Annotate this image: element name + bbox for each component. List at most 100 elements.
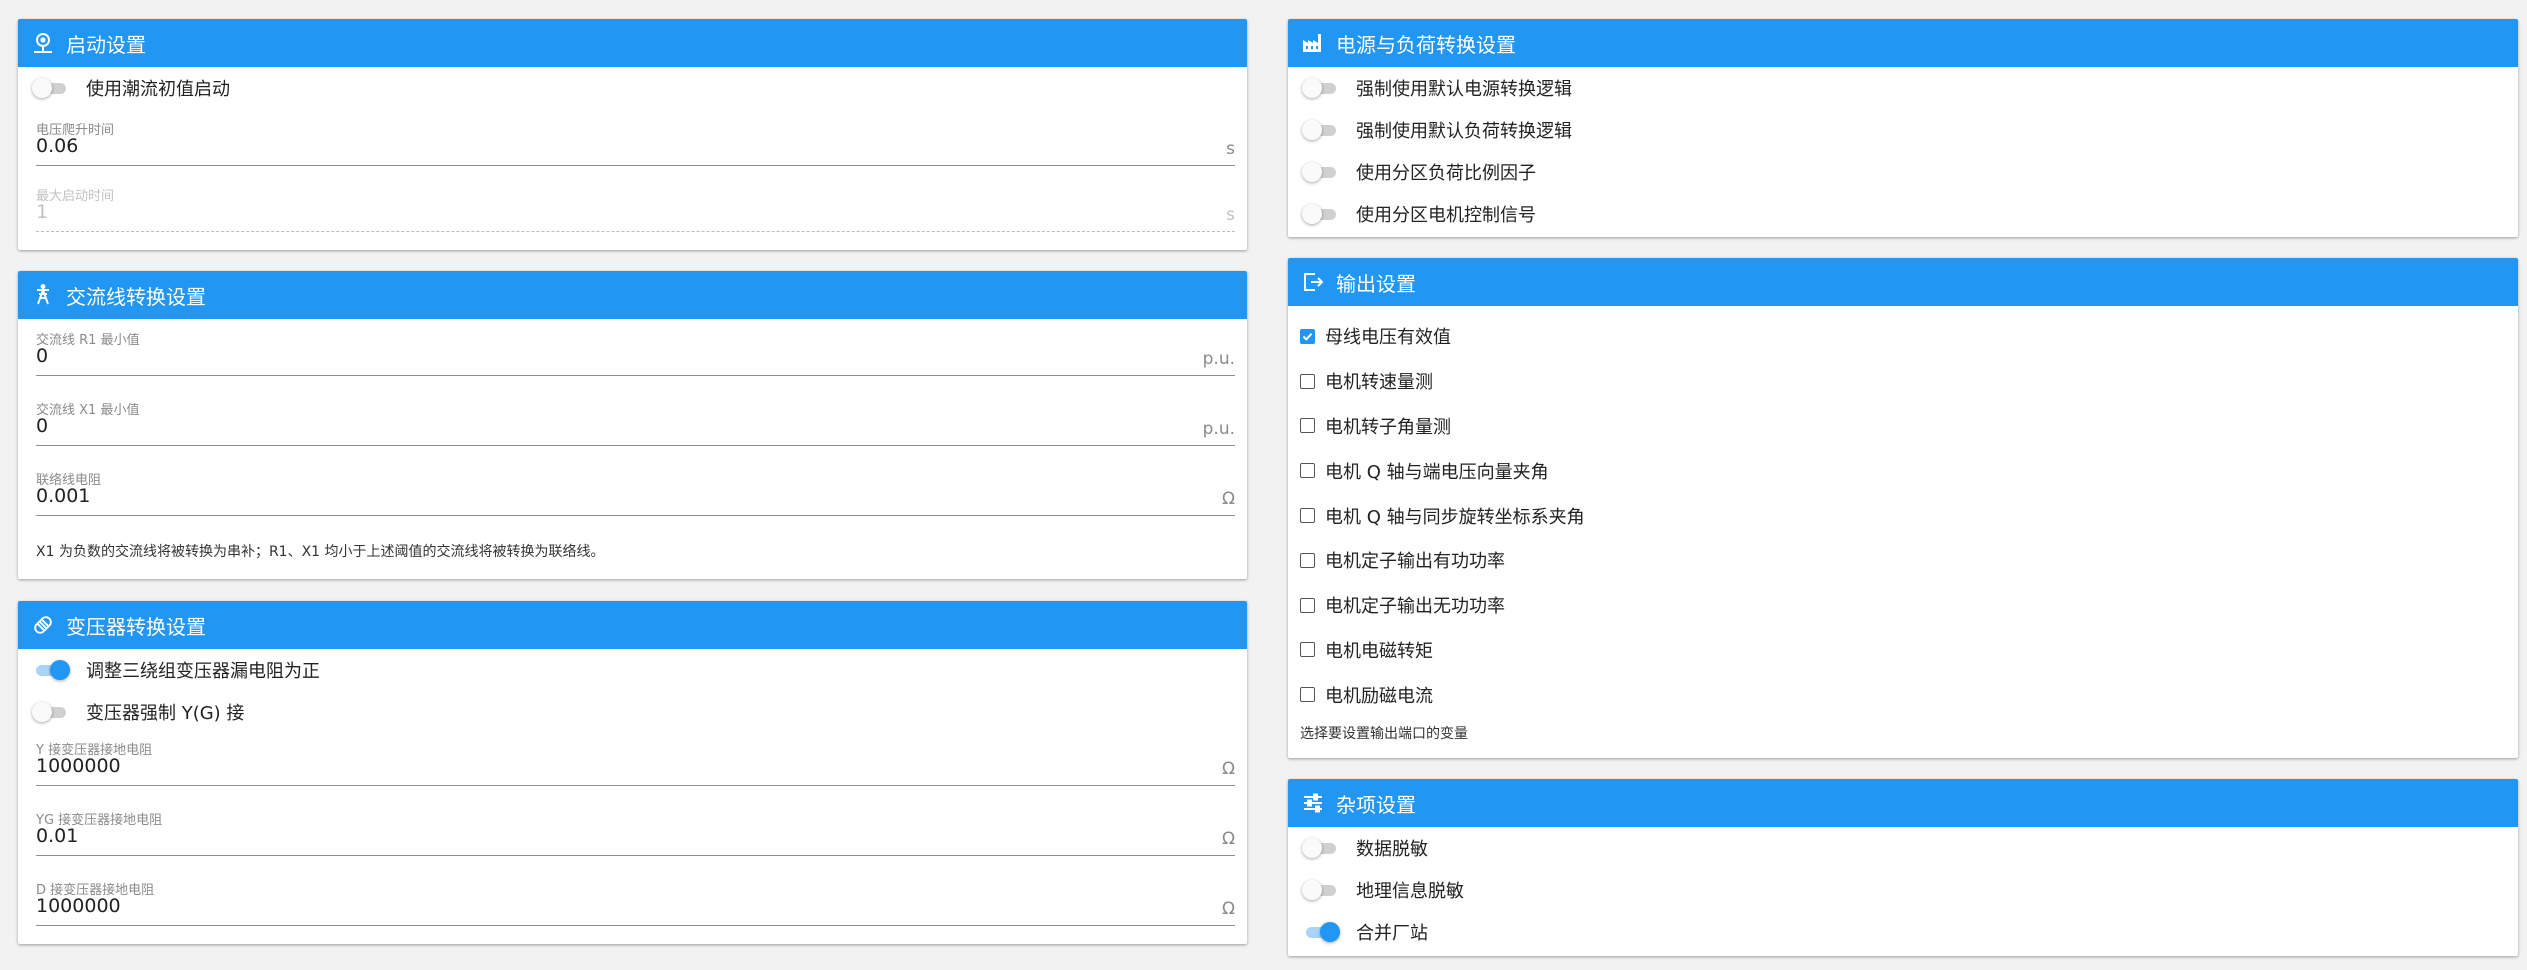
r1-min-field[interactable]: 交流线 R1 最小值 0 p.u. (36, 319, 1235, 385)
three-winding-switch[interactable] (32, 660, 70, 680)
startup-settings-header: 启动设置 (18, 19, 1247, 67)
output-hint: 选择要设置输出端口的变量 (1300, 726, 1468, 743)
zone-motor-signal-toggle-row[interactable]: 使用分区电机控制信号 (1288, 193, 2518, 235)
geo-masking-toggle-row[interactable]: 地理信息脱敏 (1288, 869, 2518, 911)
checkbox-icon[interactable] (1300, 597, 1315, 613)
data-masking-label: 数据脱敏 (1356, 839, 1428, 860)
tune-icon (1300, 790, 1326, 816)
output-check-q-terminal-angle[interactable]: 电机 Q 轴与端电压向量夹角 (1288, 448, 2518, 493)
output-check-label: 电机转子角量测 (1325, 416, 1451, 438)
zone-motor-signal-label: 使用分区电机控制信号 (1356, 205, 1536, 226)
output-check-label: 电机转速量测 (1325, 372, 1433, 394)
output-check-label: 电机 Q 轴与端电压向量夹角 (1325, 461, 1549, 483)
output-settings-card: 输出设置 母线电压有效值 电机转速量测 电机转子角量测 电机 Q 轴与端电压向量… (1288, 258, 2518, 758)
output-check-label: 电机定子输出有功功率 (1325, 551, 1505, 573)
default-load-label: 强制使用默认负荷转换逻辑 (1356, 121, 1572, 142)
checkbox-icon[interactable] (1300, 508, 1315, 524)
checkbox-icon[interactable] (1300, 463, 1315, 479)
output-check-active-power[interactable]: 电机定子输出有功功率 (1288, 538, 2518, 583)
power-load-settings-title: 电源与负荷转换设置 (1336, 32, 1516, 57)
acline-settings-title: 交流线转换设置 (66, 284, 206, 309)
zone-load-factor-switch[interactable] (1302, 162, 1338, 182)
d-ground-resistance-unit: Ω (1222, 899, 1235, 919)
startup-toggle-row[interactable]: 使用潮流初值启动 (18, 67, 1247, 109)
output-check-q-sync-angle[interactable]: 电机 Q 轴与同步旋转坐标系夹角 (1288, 493, 2518, 538)
yg-ground-resistance-input[interactable]: 0.01 (36, 825, 78, 847)
powerflow-init-switch[interactable] (32, 78, 68, 98)
power-load-settings-card: 电源与负荷转换设置 强制使用默认电源转换逻辑 强制使用默认负荷转换逻辑 使用分区… (1288, 19, 2518, 237)
output-check-label: 电机定子输出无功功率 (1325, 596, 1505, 618)
misc-settings-title: 杂项设置 (1336, 792, 1416, 817)
export-icon (1300, 269, 1326, 295)
merge-station-label: 合并厂站 (1356, 923, 1428, 944)
data-masking-toggle-row[interactable]: 数据脱敏 (1288, 827, 2518, 869)
checkbox-icon[interactable] (1300, 373, 1315, 389)
checkbox-icon[interactable] (1300, 552, 1315, 568)
y-ground-resistance-unit: Ω (1222, 759, 1235, 779)
default-load-switch[interactable] (1302, 120, 1338, 140)
tie-line-resistance-unit: Ω (1222, 489, 1235, 509)
powerflow-init-label: 使用潮流初值启动 (86, 79, 230, 100)
d-ground-resistance-field[interactable]: D 接变压器接地电阻 1000000 Ω (36, 869, 1235, 935)
startup-settings-card: 启动设置 使用潮流初值启动 电压爬升时间 0.06 s 最大启动时间 1 s (18, 19, 1247, 250)
default-load-toggle-row[interactable]: 强制使用默认负荷转换逻辑 (1288, 109, 2518, 151)
x1-min-input[interactable]: 0 (36, 415, 48, 437)
output-check-rotor-angle[interactable]: 电机转子角量测 (1288, 404, 2518, 449)
startup-settings-title: 启动设置 (66, 32, 146, 57)
transformer-settings-title: 变压器转换设置 (66, 614, 206, 639)
geo-masking-switch[interactable] (1302, 880, 1338, 900)
force-yg-switch[interactable] (32, 702, 68, 722)
r1-min-unit: p.u. (1202, 349, 1235, 369)
output-check-bus-voltage[interactable]: 母线电压有效值 (1288, 314, 2518, 359)
three-winding-toggle-row[interactable]: 调整三绕组变压器漏电阻为正 (18, 649, 1247, 691)
output-check-label: 电机电磁转矩 (1325, 640, 1433, 662)
force-yg-toggle-row[interactable]: 变压器强制 Y(G) 接 (18, 691, 1247, 733)
factory-icon (1300, 30, 1326, 56)
transformer-icon (30, 612, 56, 638)
acline-hint: X1 为负数的交流线将被转换为串补；R1、X1 均小于上述阈值的交流线将被转换为… (36, 544, 605, 560)
checkbox-icon[interactable] (1300, 418, 1315, 434)
max-start-time-field: 最大启动时间 1 s (36, 175, 1235, 241)
data-masking-switch[interactable] (1302, 838, 1338, 858)
voltage-rise-time-field[interactable]: 电压爬升时间 0.06 s (36, 109, 1235, 175)
zone-motor-signal-switch[interactable] (1302, 204, 1338, 224)
yg-ground-resistance-field[interactable]: YG 接变压器接地电阻 0.01 Ω (36, 799, 1235, 865)
output-check-torque[interactable]: 电机电磁转矩 (1288, 628, 2518, 673)
zone-load-factor-toggle-row[interactable]: 使用分区负荷比例因子 (1288, 151, 2518, 193)
merge-station-switch[interactable] (1302, 922, 1340, 942)
output-check-label: 电机励磁电流 (1325, 685, 1433, 707)
output-check-excitation-current[interactable]: 电机励磁电流 (1288, 672, 2518, 717)
y-ground-resistance-input[interactable]: 1000000 (36, 755, 121, 777)
tie-line-resistance-field[interactable]: 联络线电阻 0.001 Ω (36, 459, 1235, 525)
power-load-settings-header: 电源与负荷转换设置 (1288, 19, 2518, 67)
checkbox-icon[interactable] (1300, 687, 1315, 703)
checkbox-checked-icon[interactable] (1300, 328, 1315, 344)
tie-line-resistance-input[interactable]: 0.001 (36, 485, 90, 507)
voltage-rise-time-unit: s (1226, 139, 1235, 159)
default-source-toggle-row[interactable]: 强制使用默认电源转换逻辑 (1288, 67, 2518, 109)
output-check-motor-speed[interactable]: 电机转速量测 (1288, 359, 2518, 404)
y-ground-resistance-field[interactable]: Y 接变压器接地电阻 1000000 Ω (36, 729, 1235, 795)
yg-ground-resistance-unit: Ω (1222, 829, 1235, 849)
merge-station-toggle-row[interactable]: 合并厂站 (1288, 911, 2518, 953)
output-settings-header: 输出设置 (1288, 258, 2518, 306)
geo-masking-label: 地理信息脱敏 (1356, 881, 1464, 902)
x1-min-label: 交流线 X1 最小值 (36, 403, 140, 418)
r1-min-input[interactable]: 0 (36, 345, 48, 367)
misc-settings-header: 杂项设置 (1288, 779, 2518, 827)
misc-settings-card: 杂项设置 数据脱敏 地理信息脱敏 合并厂站 (1288, 779, 2518, 956)
force-yg-label: 变压器强制 Y(G) 接 (86, 703, 245, 724)
output-settings-title: 输出设置 (1336, 271, 1416, 296)
default-source-switch[interactable] (1302, 78, 1338, 98)
transmission-tower-icon (30, 282, 56, 308)
transformer-settings-card: 变压器转换设置 调整三绕组变压器漏电阻为正 变压器强制 Y(G) 接 Y 接变压… (18, 601, 1247, 944)
output-check-reactive-power[interactable]: 电机定子输出无功功率 (1288, 583, 2518, 628)
d-ground-resistance-input[interactable]: 1000000 (36, 895, 121, 917)
zone-load-factor-label: 使用分区负荷比例因子 (1356, 163, 1536, 184)
x1-min-unit: p.u. (1202, 419, 1235, 439)
output-check-label: 母线电压有效值 (1325, 327, 1451, 349)
x1-min-field[interactable]: 交流线 X1 最小值 0 p.u. (36, 389, 1235, 455)
checkbox-icon[interactable] (1300, 642, 1315, 658)
transformer-settings-header: 变压器转换设置 (18, 601, 1247, 649)
voltage-rise-time-input[interactable]: 0.06 (36, 135, 78, 157)
